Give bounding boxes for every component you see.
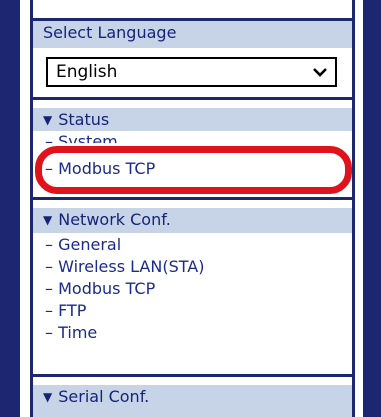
triangle-down-icon: ▼ [43,390,53,404]
network-item-ftp-label: FTP [58,301,87,320]
side-menu: Select Language English ▼ Status – System… [33,0,352,417]
network-item-general[interactable]: – General [45,234,121,256]
right-gap [355,0,363,417]
left-gap [20,0,30,417]
network-item-wireless-lan-label: Wireless LAN(STA) [58,257,205,276]
language-select-value: English [56,62,118,82]
network-item-wireless-lan[interactable]: – Wireless LAN(STA) [45,256,204,278]
network-item-modbus-tcp-label: Modbus TCP [58,279,156,298]
dash-icon: – [45,279,53,298]
status-section-header[interactable]: ▼ Status [33,108,352,131]
separator [33,97,352,100]
separator [33,374,352,377]
dash-icon: – [45,235,53,254]
network-item-general-label: General [58,235,122,254]
right-frame-bar [363,0,381,417]
network-conf-section-header[interactable]: ▼ Network Conf. [33,208,352,233]
triangle-down-icon: ▼ [43,113,53,127]
serial-conf-header-label: Serial Conf. [58,387,150,406]
highlight-annotation [35,146,352,194]
network-item-time[interactable]: – Time [45,322,97,344]
left-frame-bar [0,0,20,417]
network-item-ftp[interactable]: – FTP [45,300,86,322]
status-header-label: Status [58,110,110,129]
serial-conf-section-header[interactable]: ▼ Serial Conf. [33,385,352,417]
dash-icon: – [45,301,53,320]
chevron-down-icon [313,60,327,86]
select-language-header: Select Language [33,21,352,48]
separator [33,197,352,200]
dash-icon: – [45,257,53,276]
select-language-label: Select Language [43,23,177,42]
triangle-down-icon: ▼ [43,213,53,227]
language-select[interactable]: English [46,57,337,87]
network-item-time-label: Time [58,323,98,342]
network-item-modbus-tcp[interactable]: – Modbus TCP [45,278,155,300]
dash-icon: – [45,323,53,342]
network-conf-header-label: Network Conf. [58,210,171,229]
